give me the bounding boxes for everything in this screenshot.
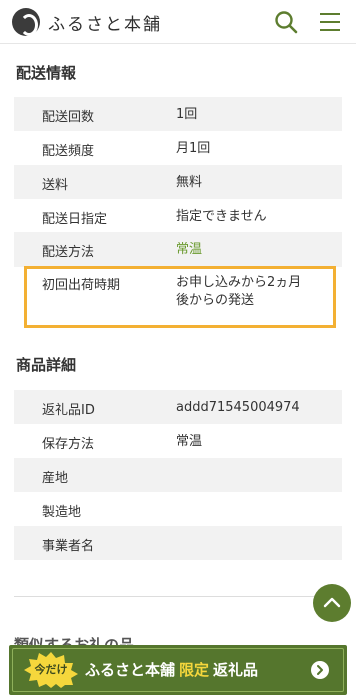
table-row: 製造地 (14, 492, 342, 526)
banner-headline: ふるさと本舗 限定 返礼品 (85, 659, 258, 680)
logo[interactable]: ふるさと本舗 (12, 8, 162, 36)
logo-mark-icon (12, 8, 40, 36)
row-label: 配送方法 (42, 245, 95, 260)
banner-arrow-button[interactable] (311, 661, 329, 679)
table-row: 返礼品ID addd71545004974 (14, 390, 342, 424)
banner-limited: 限定 (179, 661, 210, 679)
chevron-up-icon (323, 597, 341, 608)
promo-banner[interactable]: 今だけ ふるさと本舗 限定 返礼品 (9, 645, 347, 695)
logo-text: ふるさと本舗 (48, 14, 162, 35)
product-table: 返礼品ID addd71545004974 保存方法 常温 産地 製造地 事業者… (14, 390, 342, 560)
row-label: 産地 (42, 471, 69, 486)
menu-icon[interactable] (318, 10, 342, 34)
product-section-title: 商品詳細 (16, 356, 77, 374)
row-label: 製造地 (42, 505, 82, 520)
row-value: 常温 (176, 434, 203, 449)
badge-text: 今だけ (34, 663, 68, 676)
row-label: 送料 (42, 178, 69, 193)
banner-tail: 返礼品 (213, 661, 259, 679)
row-value: 月1回 (176, 141, 211, 156)
highlight-box (24, 266, 336, 328)
table-row: 配送回数 1回 (14, 97, 342, 131)
row-label: 配送日指定 (42, 212, 108, 227)
row-label: 保存方法 (42, 437, 95, 452)
row-label: 配送頻度 (42, 144, 95, 159)
table-row: 産地 (14, 458, 342, 492)
row-value: 1回 (176, 107, 198, 122)
row-value: addd71545004974 (176, 400, 300, 415)
row-value: 無料 (176, 175, 203, 190)
divider (14, 596, 342, 597)
row-label: 事業者名 (42, 539, 95, 554)
table-row: 配送日指定 指定できません (14, 199, 342, 232)
header: ふるさと本舗 (0, 0, 356, 44)
table-row: 配送方法 常温 (14, 232, 342, 267)
scroll-top-button[interactable] (313, 584, 351, 622)
banner-brand: ふるさと本舗 (85, 661, 176, 679)
delivery-section-title: 配送情報 (16, 64, 77, 82)
table-row: 保存方法 常温 (14, 424, 342, 458)
table-row: 送料 無料 (14, 165, 342, 199)
row-label: 配送回数 (42, 110, 95, 125)
row-value: 指定できません (176, 209, 267, 224)
shipping-method-value: 常温 (176, 242, 203, 257)
row-label: 返礼品ID (42, 403, 95, 418)
table-row: 配送頻度 月1回 (14, 131, 342, 165)
table-row: 事業者名 (14, 526, 342, 560)
chevron-right-icon (317, 665, 323, 675)
search-icon[interactable] (274, 10, 298, 34)
